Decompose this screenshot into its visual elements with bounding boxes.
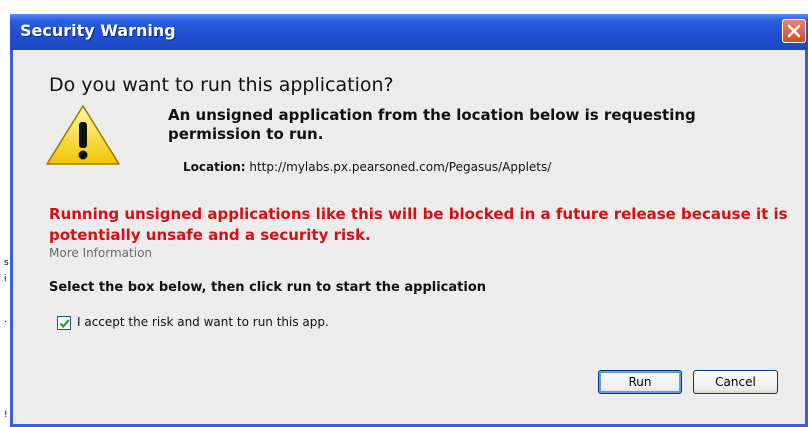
accept-risk-label[interactable]: I accept the risk and want to run this a… bbox=[77, 315, 329, 329]
location-value: http://mylabs.px.pearsoned.com/Pegasus/A… bbox=[249, 160, 552, 174]
location-line: Location: http://mylabs.px.pearsoned.com… bbox=[183, 160, 551, 174]
dialog-title: Security Warning bbox=[20, 21, 176, 40]
location-label: Location: bbox=[183, 160, 246, 174]
edge-glyph: i bbox=[4, 274, 7, 284]
dialog-heading: Do you want to run this application? bbox=[49, 74, 394, 96]
security-risk-warning: Running unsigned applications like this … bbox=[49, 205, 788, 244]
close-button[interactable] bbox=[782, 19, 806, 43]
title-bar[interactable]: Security Warning bbox=[10, 14, 808, 50]
instruction-text: Select the box below, then click run to … bbox=[49, 280, 487, 295]
edge-glyph: . bbox=[4, 315, 7, 325]
warning-triangle-icon bbox=[46, 105, 120, 165]
run-button[interactable]: Run bbox=[598, 370, 682, 394]
cancel-button[interactable]: Cancel bbox=[693, 370, 778, 394]
check-icon bbox=[59, 319, 70, 329]
close-icon bbox=[787, 24, 801, 38]
accept-risk-checkbox[interactable] bbox=[57, 316, 71, 330]
security-warning-dialog: Security Warning Do you want to run this… bbox=[10, 14, 808, 427]
edge-glyph: s bbox=[4, 258, 9, 268]
more-information-link[interactable]: More Information bbox=[49, 246, 152, 260]
edge-glyph: ! bbox=[4, 410, 8, 420]
dialog-body: Do you want to run this application? An … bbox=[13, 50, 805, 424]
dialog-description: An unsigned application from the locatio… bbox=[168, 106, 696, 143]
